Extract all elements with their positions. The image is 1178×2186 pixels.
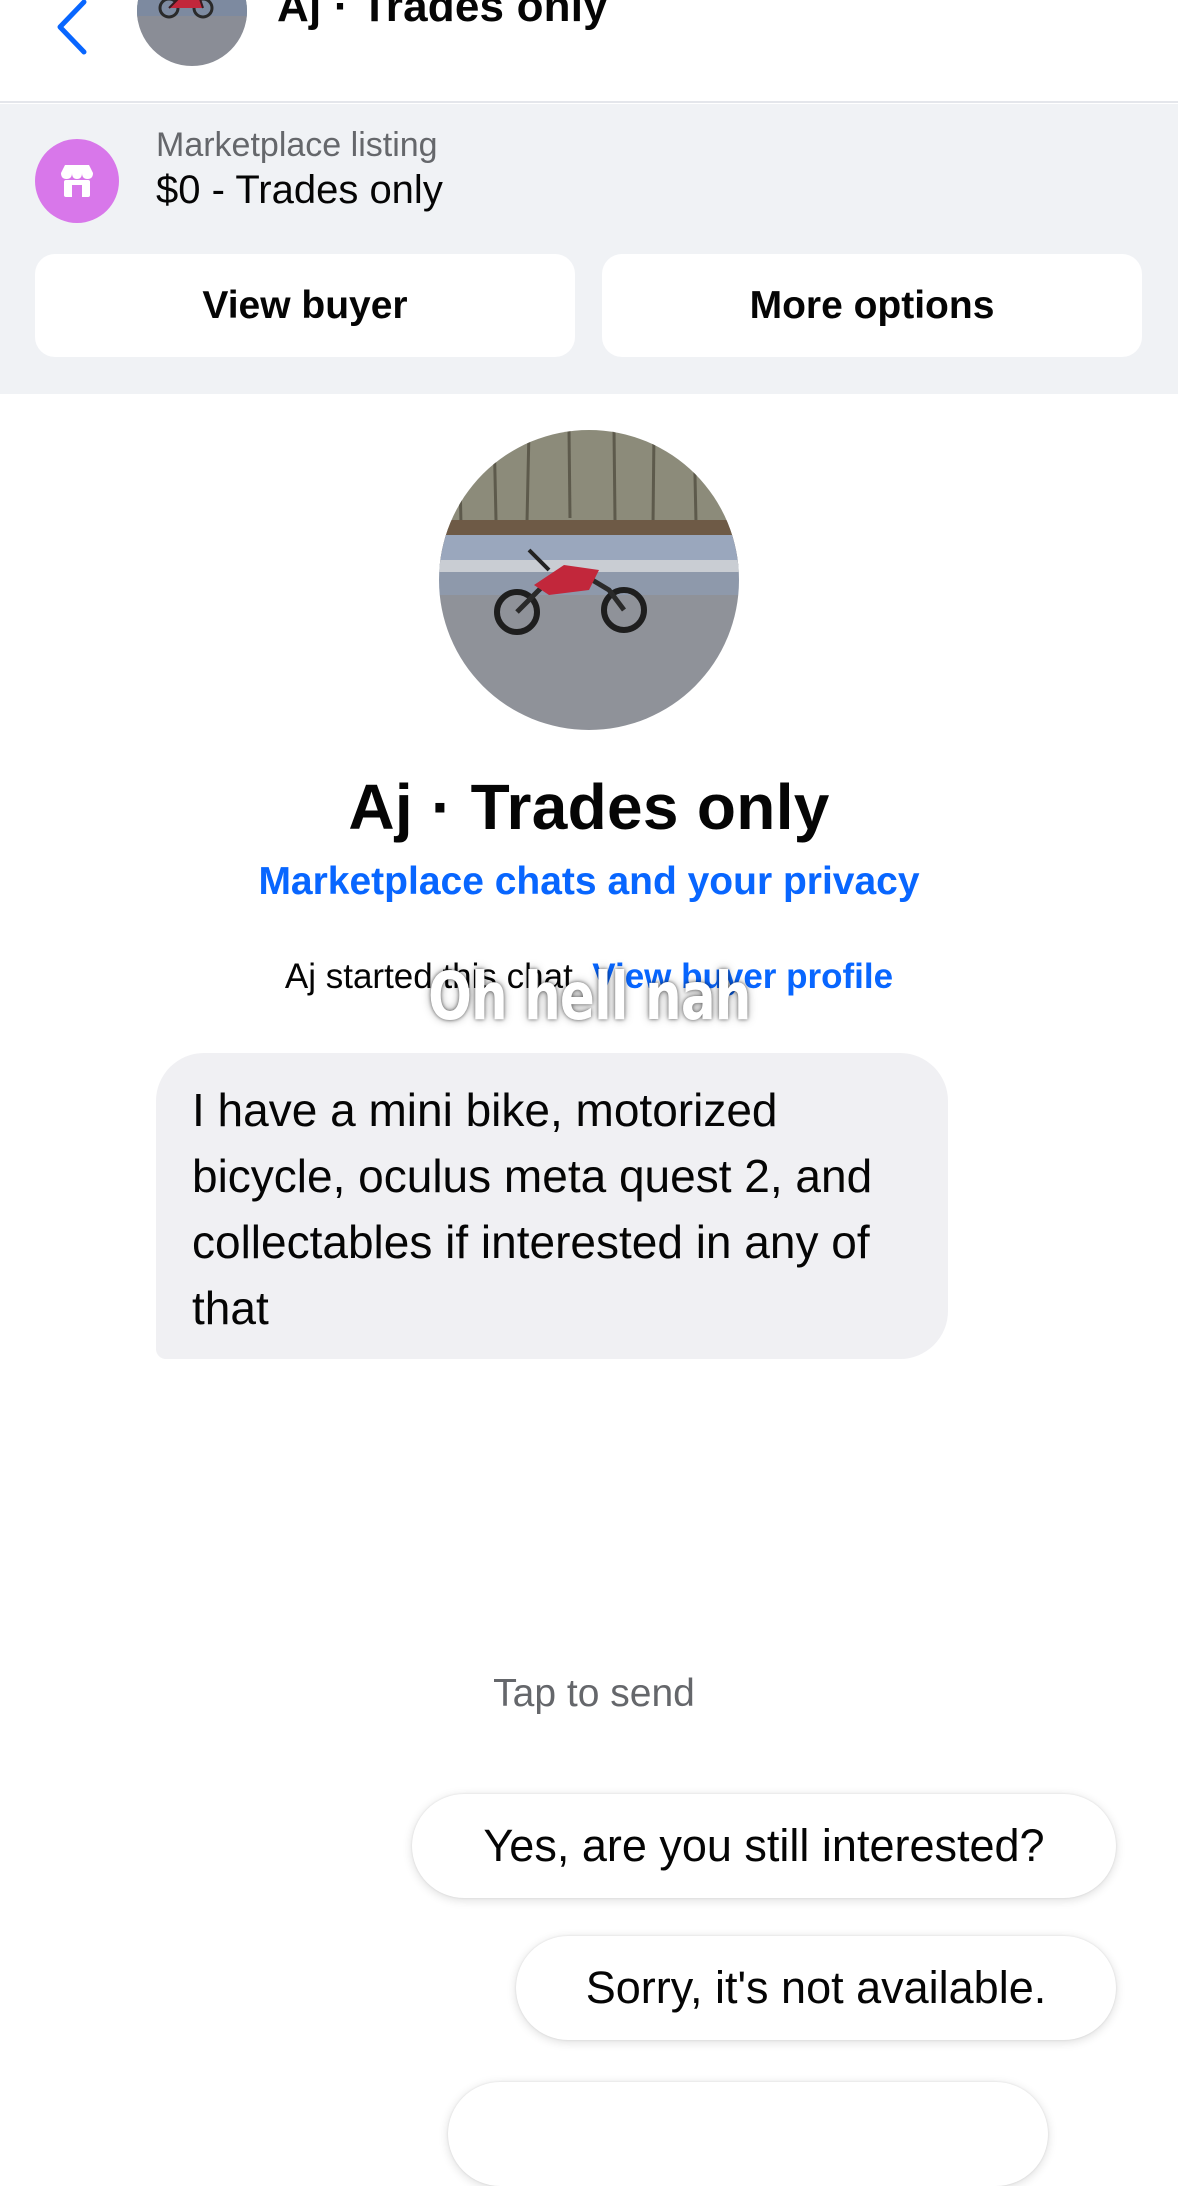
profile-name: Aj · Trades only — [348, 771, 830, 843]
listing-title[interactable]: $0 - Trades only — [156, 168, 443, 213]
tap-to-send-hint: Tap to send — [493, 1672, 695, 1715]
chat-header: Aj · Trades only — [0, 0, 1178, 103]
header-title[interactable]: Aj · Trades only — [277, 0, 608, 32]
back-button[interactable] — [46, 0, 96, 56]
incoming-message-bubble[interactable]: I have a mini bike, motorized bicycle, o… — [156, 1053, 948, 1359]
profile-avatar[interactable] — [439, 430, 739, 730]
listing-panel: Marketplace listing $0 - Trades only Vie… — [0, 104, 1178, 394]
view-buyer-button[interactable]: View buyer — [35, 254, 575, 357]
quick-reply-still-interested[interactable]: Yes, are you still interested? — [412, 1794, 1116, 1898]
header-avatar[interactable] — [137, 0, 247, 66]
more-options-button[interactable]: More options — [602, 254, 1142, 357]
quick-reply-not-available[interactable]: Sorry, it's not available. — [516, 1936, 1116, 2040]
listing-label: Marketplace listing — [156, 126, 438, 164]
privacy-link[interactable]: Marketplace chats and your privacy — [0, 860, 1178, 904]
marketplace-shop-icon[interactable] — [35, 139, 119, 223]
chevron-left-icon — [57, 0, 87, 55]
quick-reply-partial[interactable] — [448, 2082, 1048, 2186]
overlay-caption: Oh hell nah — [428, 958, 751, 1035]
